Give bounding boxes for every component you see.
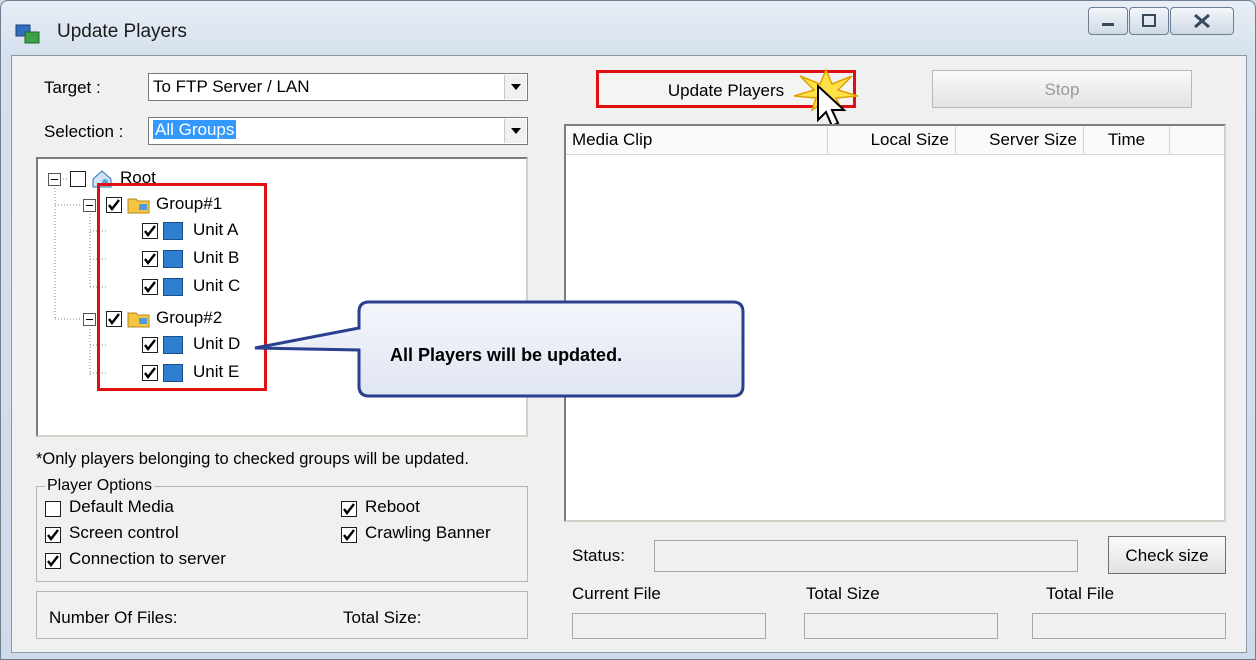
summary-total-size-label: Total Size: bbox=[343, 608, 422, 627]
minimize-icon bbox=[1102, 23, 1114, 26]
checkmark-icon bbox=[343, 529, 355, 541]
group1-expander[interactable] bbox=[83, 198, 97, 218]
minus-box-icon bbox=[83, 313, 96, 326]
progress-total-size-label: Total Size bbox=[806, 584, 880, 603]
column-header-media-clip[interactable]: Media Clip bbox=[566, 126, 828, 154]
player-options-legend: Player Options bbox=[45, 477, 154, 495]
close-button[interactable] bbox=[1170, 7, 1234, 35]
selection-label: Selection : bbox=[44, 122, 124, 141]
update-players-label: Update Players bbox=[667, 81, 785, 100]
minus-box-icon bbox=[83, 199, 96, 212]
chevron-down-icon bbox=[504, 75, 526, 99]
checked-groups-note: *Only players belonging to checked group… bbox=[36, 450, 469, 468]
media-table-header: Media Clip Local Size Server Size Time bbox=[566, 126, 1224, 155]
app-icon bbox=[15, 23, 41, 47]
connection-to-server-checkbox[interactable] bbox=[45, 553, 61, 569]
current-file-bar bbox=[572, 613, 766, 639]
dialog-body: Target : To FTP Server / LAN Selection :… bbox=[11, 55, 1247, 653]
maximize-button[interactable] bbox=[1129, 7, 1169, 35]
screen-control-label: Screen control bbox=[69, 523, 179, 542]
column-header-server-size[interactable]: Server Size bbox=[956, 126, 1084, 154]
close-icon bbox=[1194, 13, 1210, 29]
check-size-button[interactable]: Check size bbox=[1108, 536, 1226, 574]
maximize-icon bbox=[1142, 14, 1156, 27]
minus-box-icon bbox=[48, 173, 61, 186]
checkmark-icon bbox=[47, 555, 59, 567]
minimize-button[interactable] bbox=[1088, 7, 1128, 35]
crawling-banner-checkbox[interactable] bbox=[341, 527, 357, 543]
selection-dropdown[interactable]: All Groups bbox=[148, 117, 528, 145]
column-header-local-size[interactable]: Local Size bbox=[828, 126, 956, 154]
check-size-label: Check size bbox=[1125, 546, 1209, 565]
window-title: Update Players bbox=[57, 21, 187, 42]
highlight-box bbox=[97, 183, 267, 391]
checkmark-icon bbox=[343, 503, 355, 515]
default-media-label: Default Media bbox=[69, 497, 174, 516]
target-dropdown[interactable]: To FTP Server / LAN bbox=[148, 73, 528, 101]
status-field bbox=[654, 540, 1078, 572]
chevron-down-icon bbox=[504, 119, 526, 143]
checkmark-icon bbox=[47, 529, 59, 541]
target-value: To FTP Server / LAN bbox=[153, 77, 310, 96]
target-label: Target : bbox=[44, 78, 101, 97]
number-of-files-label: Number Of Files: bbox=[49, 608, 178, 627]
crawling-banner-label: Crawling Banner bbox=[365, 523, 491, 542]
stop-label: Stop bbox=[1044, 80, 1080, 99]
root-expander[interactable] bbox=[48, 172, 62, 192]
summary-panel: Number Of Files: Total Size: bbox=[36, 591, 528, 639]
total-size-bar bbox=[804, 613, 998, 639]
title-bar: Update Players bbox=[1, 1, 1255, 57]
total-file-bar bbox=[1032, 613, 1226, 639]
column-header-time[interactable]: Time bbox=[1084, 126, 1170, 154]
default-media-checkbox[interactable] bbox=[45, 501, 61, 517]
reboot-checkbox[interactable] bbox=[341, 501, 357, 517]
root-checkbox[interactable] bbox=[70, 171, 86, 187]
status-label: Status: bbox=[572, 546, 625, 565]
total-file-label: Total File bbox=[1046, 584, 1115, 603]
group2-expander[interactable] bbox=[83, 312, 97, 332]
connection-to-server-label: Connection to server bbox=[69, 549, 226, 568]
current-file-label: Current File bbox=[572, 584, 661, 603]
update-players-window: Update Players Target : To FTP Server / … bbox=[0, 0, 1256, 660]
screen-control-checkbox[interactable] bbox=[45, 527, 61, 543]
reboot-label: Reboot bbox=[365, 497, 420, 516]
stop-button[interactable]: Stop bbox=[932, 70, 1192, 108]
player-options-group: Player Options Default Media Screen cont… bbox=[36, 477, 528, 582]
callout-text: All Players will be updated. bbox=[390, 345, 623, 365]
selection-value: All Groups bbox=[153, 120, 237, 139]
